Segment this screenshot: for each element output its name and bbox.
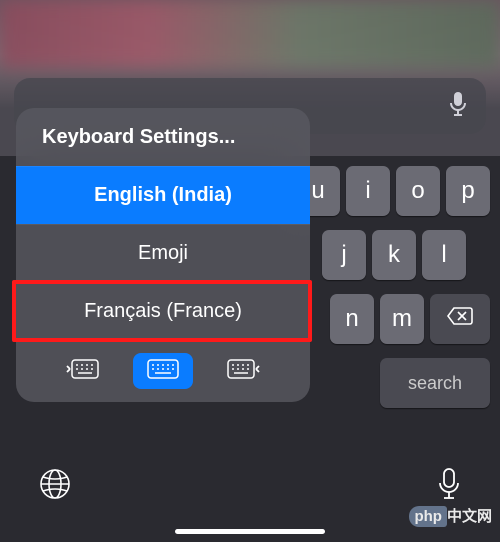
watermark-right: 中文网 — [447, 508, 492, 525]
key-j[interactable]: j — [322, 230, 366, 280]
globe-icon[interactable] — [38, 467, 72, 506]
language-item-emoji[interactable]: Emoji — [16, 224, 310, 282]
key-m[interactable]: m — [380, 294, 424, 344]
key-l[interactable]: l — [422, 230, 466, 280]
keyboard-settings-item[interactable]: Keyboard Settings... — [16, 108, 310, 166]
watermark: php中文网 — [409, 505, 492, 526]
key-n[interactable]: n — [330, 294, 374, 344]
home-indicator[interactable] — [175, 529, 325, 534]
backspace-icon — [446, 305, 474, 333]
mic-icon[interactable] — [448, 90, 468, 123]
search-key[interactable]: search — [380, 358, 490, 408]
backspace-key[interactable] — [430, 294, 490, 344]
key-k[interactable]: k — [372, 230, 416, 280]
keyboard-mode-left[interactable] — [53, 353, 113, 389]
keyboard-mode-row — [16, 340, 310, 402]
watermark-left: php — [409, 506, 447, 527]
language-picker-popup: Keyboard Settings... English (India) Emo… — [16, 108, 310, 402]
keyboard-dock-right-icon — [226, 358, 260, 385]
keyboard-mode-right[interactable] — [213, 353, 273, 389]
language-item-francais[interactable]: Français (France) — [16, 282, 310, 340]
key-o[interactable]: o — [396, 166, 440, 216]
keyboard-dock-left-icon — [66, 358, 100, 385]
background-blur — [0, 0, 500, 68]
key-p[interactable]: p — [446, 166, 490, 216]
keyboard-mode-center[interactable] — [133, 353, 193, 389]
language-item-english[interactable]: English (India) — [16, 166, 310, 224]
dictate-icon[interactable] — [436, 466, 462, 507]
keyboard-full-icon — [146, 358, 180, 385]
key-i[interactable]: i — [346, 166, 390, 216]
